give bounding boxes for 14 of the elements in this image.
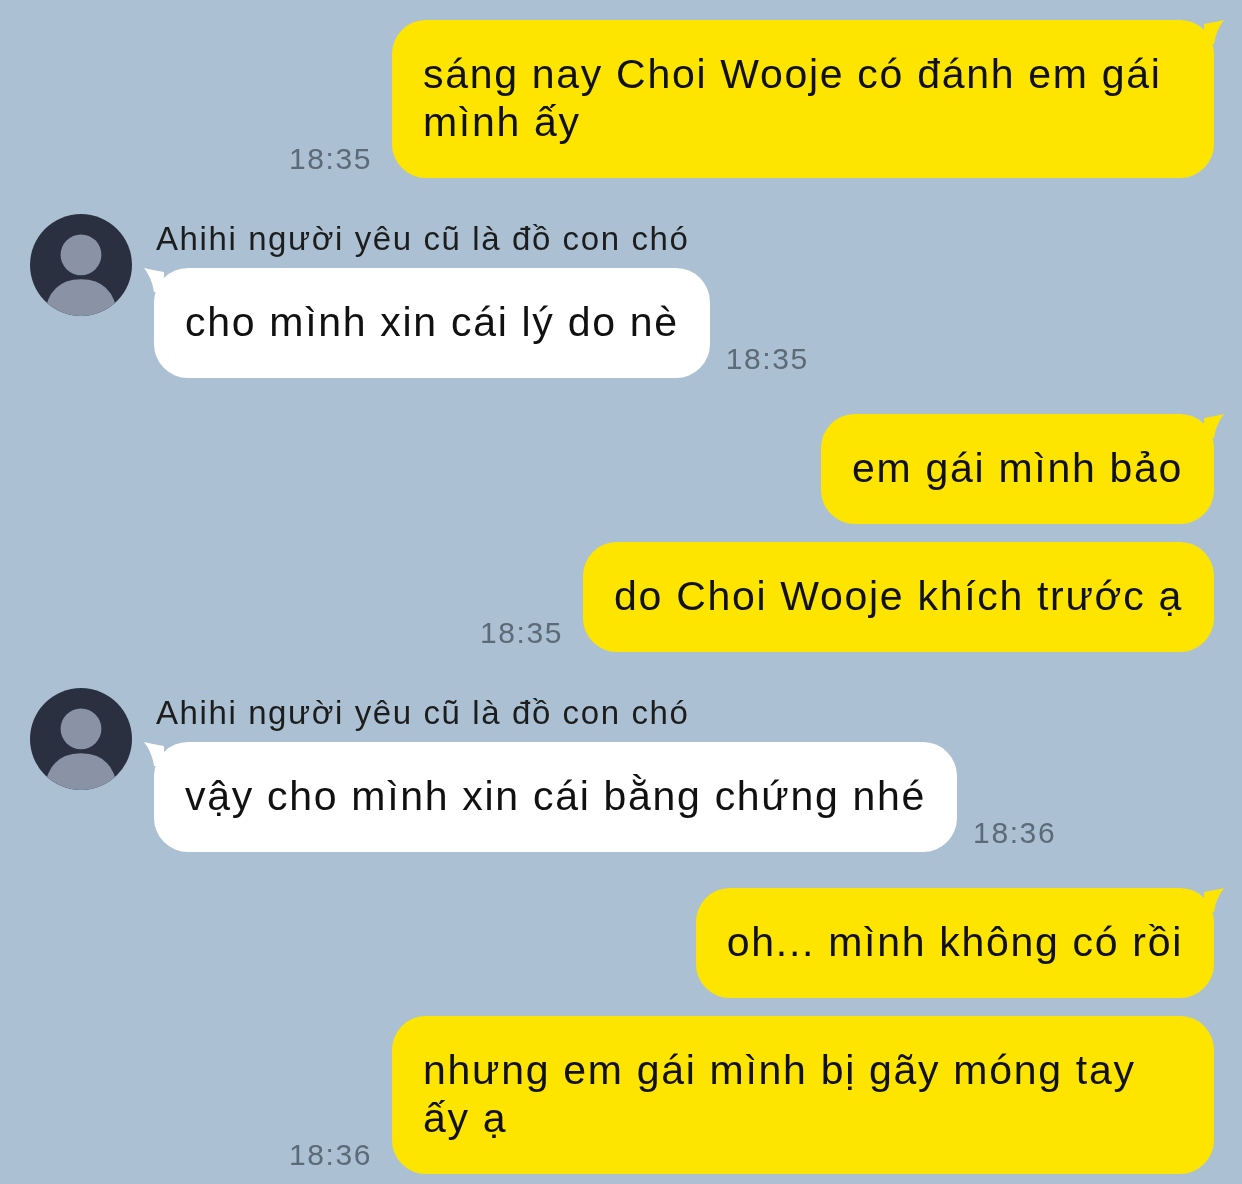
message-bubble: oh... mình không có rồi [695,888,1214,998]
sender-name: Ahihi người yêu cũ là đồ con chó [156,694,691,732]
message-bubble: sáng nay Choi Wooje có đánh em gái mình ấy [392,20,1214,178]
message-time: 18:35 [288,142,372,176]
message-time: 18:35 [480,616,564,650]
message-bubble: vậy cho mình xin cái bằng chứng nhé [154,742,958,852]
message-bubble: cho mình xin cái lý do nè [154,268,710,378]
message-bubble: do Choi Wooje khích trước ạ [583,542,1214,652]
sender-name: Ahihi người yêu cũ là đồ con chó [156,220,691,258]
message-time: 18:36 [973,816,1057,850]
message-time: 18:35 [725,342,809,376]
message-bubble: nhưng em gái mình bị gãy móng tay ấy ạ [392,1016,1214,1174]
message-bubble: em gái mình bảo [821,414,1214,524]
message-time: 18:36 [288,1138,372,1172]
